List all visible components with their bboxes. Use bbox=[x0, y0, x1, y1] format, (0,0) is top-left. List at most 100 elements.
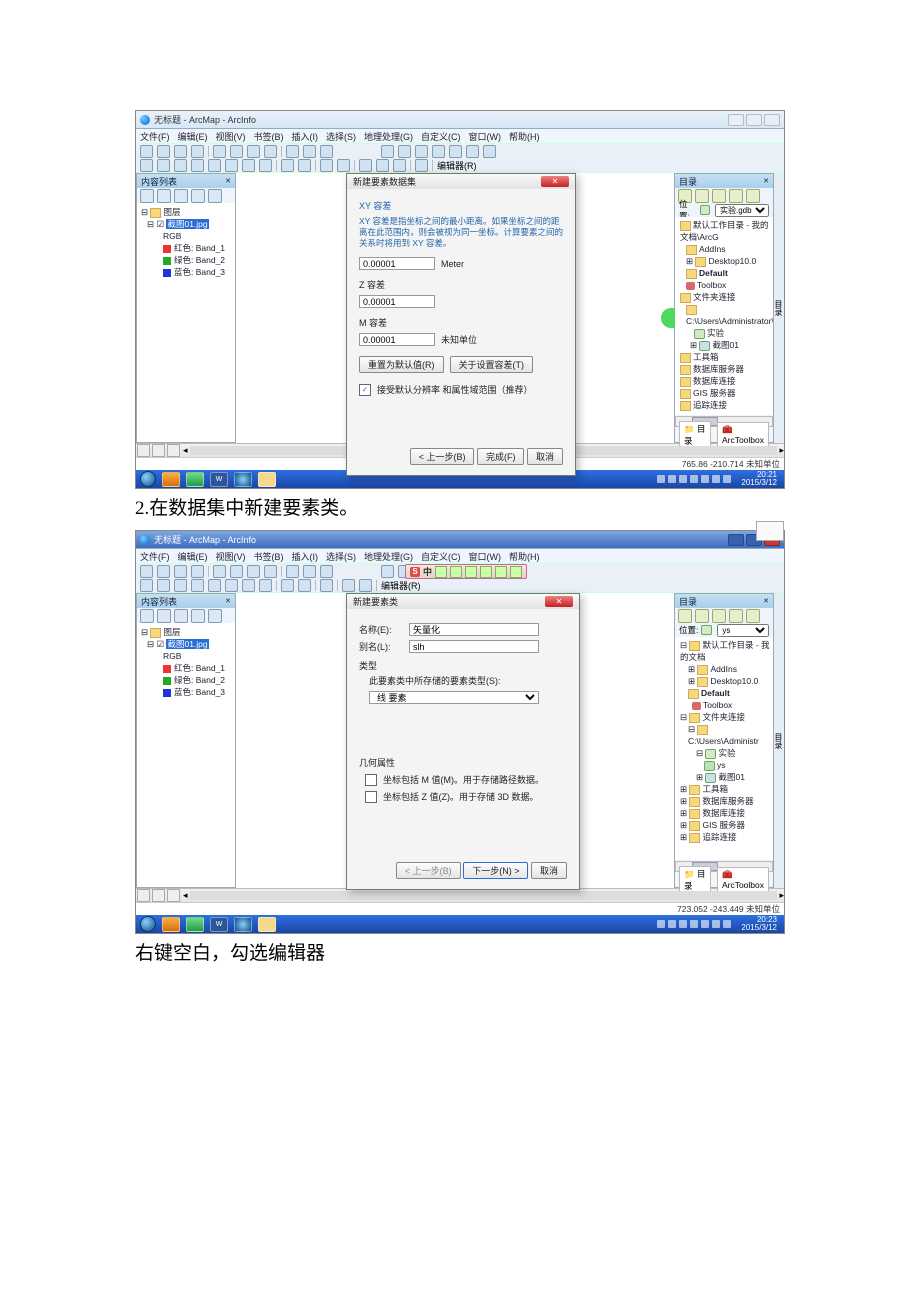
refresh-icon[interactable] bbox=[167, 444, 180, 457]
pan-icon[interactable] bbox=[174, 579, 187, 592]
cat-item[interactable]: 数据库服务器 bbox=[693, 364, 744, 374]
cat-item[interactable]: 数据库连接 bbox=[693, 376, 736, 386]
catalog-pin-close[interactable]: ✕ bbox=[763, 177, 769, 185]
cat-item[interactable]: GIS 服务器 bbox=[693, 388, 736, 398]
min-button[interactable] bbox=[728, 114, 744, 126]
dialog-close-button[interactable]: ✕ bbox=[541, 176, 569, 187]
map-hscroll-2[interactable]: ◂ ▸ bbox=[136, 888, 784, 902]
pan-icon[interactable] bbox=[174, 159, 187, 172]
cat-item[interactable]: GIS 服务器 bbox=[702, 820, 745, 830]
find-icon[interactable] bbox=[376, 159, 389, 172]
taskbar-word-icon[interactable]: W bbox=[210, 917, 228, 932]
add-icon[interactable] bbox=[320, 565, 333, 578]
menu-window[interactable]: 窗口(W) bbox=[469, 550, 502, 563]
cat-item[interactable]: ys bbox=[717, 760, 726, 770]
tray-icons[interactable] bbox=[657, 920, 731, 928]
zoomout-icon[interactable] bbox=[157, 579, 170, 592]
layers-root[interactable]: 图层 bbox=[163, 207, 180, 217]
menu-select[interactable]: 选择(S) bbox=[326, 550, 356, 563]
help-icon[interactable] bbox=[483, 145, 496, 158]
cat-item[interactable]: AddIns bbox=[699, 244, 725, 254]
alias-input[interactable] bbox=[409, 640, 539, 653]
m-value-input[interactable] bbox=[359, 333, 435, 346]
tab-arctoolbox[interactable]: 🧰 ArcToolbox bbox=[717, 867, 769, 892]
z-checkbox[interactable] bbox=[365, 791, 377, 803]
menu-bookmark[interactable]: 书签(B) bbox=[254, 130, 284, 143]
layer-selected[interactable]: 截图01.jpg bbox=[166, 639, 208, 649]
back-icon[interactable] bbox=[242, 579, 255, 592]
catalog-icon[interactable] bbox=[415, 145, 428, 158]
menu-file[interactable]: 文件(F) bbox=[140, 550, 170, 563]
ime-icon[interactable] bbox=[510, 566, 522, 578]
tab-catalog[interactable]: 📁 目录 bbox=[679, 866, 711, 894]
print-icon[interactable] bbox=[191, 145, 204, 158]
cut-icon[interactable] bbox=[213, 145, 226, 158]
toc-mode-icon[interactable] bbox=[191, 609, 205, 623]
cat-item[interactable]: C:\Users\Administrator\D bbox=[686, 316, 773, 326]
cat-home-icon[interactable] bbox=[712, 609, 726, 623]
select-icon[interactable] bbox=[281, 579, 294, 592]
layer-selected[interactable]: 截图01.jpg bbox=[166, 219, 208, 229]
cat-item[interactable]: 工具箱 bbox=[702, 784, 728, 794]
m-checkbox[interactable] bbox=[365, 774, 377, 786]
find-icon[interactable] bbox=[359, 579, 372, 592]
side-tab-catalog[interactable]: 目录 bbox=[774, 593, 784, 888]
start-button[interactable] bbox=[140, 471, 156, 487]
search-icon[interactable] bbox=[449, 145, 462, 158]
cat-item[interactable]: Default bbox=[701, 688, 730, 698]
toc-mode-icon[interactable] bbox=[174, 189, 188, 203]
copy-icon[interactable] bbox=[230, 565, 243, 578]
dialog-close-button[interactable]: ✕ bbox=[545, 596, 573, 607]
finish-button[interactable]: 完成(F) bbox=[477, 448, 525, 465]
toolbox-icon[interactable] bbox=[432, 145, 445, 158]
menu-select[interactable]: 选择(S) bbox=[326, 130, 356, 143]
side-widget-icon[interactable] bbox=[661, 308, 675, 328]
about-tolerance-button[interactable]: 关于设置容差(T) bbox=[450, 356, 534, 373]
ime-icon[interactable] bbox=[480, 566, 492, 578]
clear-icon[interactable] bbox=[298, 579, 311, 592]
layout-view-icon[interactable] bbox=[137, 889, 150, 902]
cat-nav-icon[interactable] bbox=[695, 609, 709, 623]
cat-item[interactable]: 默认工作目录 - 我的文档\ArcG bbox=[680, 220, 769, 242]
select-icon[interactable] bbox=[281, 159, 294, 172]
cat-nav-icon[interactable] bbox=[695, 189, 709, 203]
toc-mode-icon[interactable] bbox=[208, 189, 222, 203]
data-view-icon[interactable] bbox=[152, 889, 165, 902]
menu-customize[interactable]: 自定义(C) bbox=[421, 550, 461, 563]
xy-value-input[interactable] bbox=[359, 257, 435, 270]
layers-root[interactable]: 图层 bbox=[163, 627, 180, 637]
cat-item[interactable]: Desktop10.0 bbox=[710, 676, 758, 686]
undo-icon[interactable] bbox=[286, 565, 299, 578]
save-icon[interactable] bbox=[174, 565, 187, 578]
delete-icon[interactable] bbox=[264, 145, 277, 158]
feature-type-select[interactable]: 线 要素 bbox=[369, 691, 539, 704]
menu-view[interactable]: 视图(V) bbox=[216, 550, 246, 563]
redo-icon[interactable] bbox=[303, 145, 316, 158]
cat-refresh-icon[interactable] bbox=[746, 609, 760, 623]
menu-insert[interactable]: 插入(I) bbox=[292, 550, 319, 563]
cat-item[interactable]: Toolbox bbox=[703, 700, 732, 710]
ime-icon[interactable] bbox=[450, 566, 462, 578]
save-icon[interactable] bbox=[174, 145, 187, 158]
ime-icon[interactable] bbox=[495, 566, 507, 578]
cat-up-icon[interactable] bbox=[729, 609, 743, 623]
cancel-button[interactable]: 取消 bbox=[531, 862, 567, 879]
tray-icons[interactable] bbox=[657, 475, 731, 483]
cat-item[interactable]: 实验 bbox=[707, 328, 724, 338]
z-value-input[interactable] bbox=[359, 295, 435, 308]
cut-icon[interactable] bbox=[213, 565, 226, 578]
identify-icon[interactable] bbox=[320, 579, 333, 592]
cat-item[interactable]: 文件夹连接 bbox=[702, 712, 745, 722]
new-icon[interactable] bbox=[140, 145, 153, 158]
editor-dropdown[interactable]: 编辑器(R) bbox=[381, 579, 421, 592]
cat-item[interactable]: 文件夹连接 bbox=[693, 292, 736, 302]
cat-item[interactable]: C:\Users\Administr bbox=[688, 736, 759, 746]
cat-item[interactable]: Default bbox=[699, 268, 728, 278]
side-tab-catalog[interactable]: 目录 bbox=[774, 173, 784, 443]
misc-icon[interactable] bbox=[398, 145, 411, 158]
add-icon[interactable] bbox=[320, 145, 333, 158]
menu-window[interactable]: 窗口(W) bbox=[469, 130, 502, 143]
full-icon[interactable] bbox=[191, 579, 204, 592]
rgb-node[interactable]: RGB bbox=[163, 230, 231, 242]
back-icon[interactable] bbox=[242, 159, 255, 172]
